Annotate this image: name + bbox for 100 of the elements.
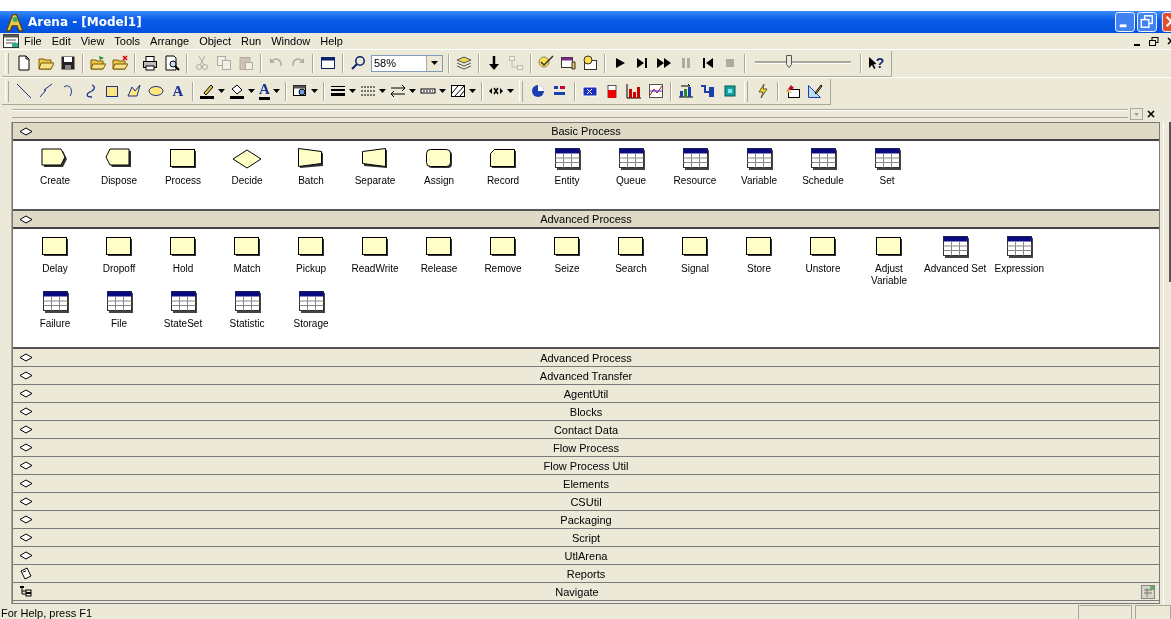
rectangle-shape-icon[interactable] bbox=[39, 235, 71, 259]
zoom-field[interactable]: 58% bbox=[371, 54, 443, 72]
paint-bucket-icon bbox=[229, 83, 245, 99]
layers-icon bbox=[456, 55, 472, 71]
close-button[interactable] bbox=[1145, 107, 1158, 120]
module-label[interactable]: Decide bbox=[231, 175, 263, 187]
module-label[interactable]: Adjust Variable bbox=[856, 263, 922, 287]
module-label[interactable]: File bbox=[110, 318, 128, 330]
fast-forward-icon bbox=[656, 55, 672, 71]
text-tool-button[interactable]: A bbox=[167, 80, 189, 102]
cut-corner-shape-icon[interactable] bbox=[487, 147, 519, 171]
diamond-icon bbox=[19, 387, 33, 400]
module-label[interactable]: Remove bbox=[484, 263, 522, 275]
rectangle-shape-icon[interactable] bbox=[359, 235, 391, 259]
box-tool-icon bbox=[104, 83, 120, 99]
module-label[interactable]: Release bbox=[420, 263, 458, 275]
help-button[interactable]: ? bbox=[865, 52, 887, 74]
module-label[interactable]: Assign bbox=[424, 175, 454, 187]
ruler-triangle-icon bbox=[806, 83, 823, 99]
menu-item[interactable]: Object bbox=[194, 35, 236, 47]
menu-item[interactable]: File bbox=[19, 35, 47, 47]
module-label[interactable]: Delay bbox=[42, 263, 68, 275]
window-color-icon bbox=[291, 83, 308, 99]
module-label[interactable]: Queue bbox=[616, 175, 646, 187]
module-label[interactable]: Seize bbox=[554, 263, 580, 275]
module-label[interactable]: Set bbox=[879, 175, 895, 187]
rectangle-shape-icon[interactable] bbox=[743, 235, 775, 259]
module-label[interactable]: Pickup bbox=[296, 263, 326, 275]
rectangle-shape-icon[interactable] bbox=[807, 235, 839, 259]
menu-item[interactable]: Arrange bbox=[145, 35, 195, 47]
rectangle-shape-icon[interactable] bbox=[167, 147, 199, 171]
rectangle-shape-icon[interactable] bbox=[679, 235, 711, 259]
menu-item[interactable]: Window bbox=[266, 35, 316, 47]
rectangle-shape-icon[interactable] bbox=[167, 235, 199, 259]
text-color-button[interactable]: A bbox=[257, 80, 282, 102]
module-label[interactable]: Batch bbox=[298, 175, 324, 187]
module-label[interactable]: Dropoff bbox=[102, 263, 136, 275]
palette-header[interactable]: Basic Process bbox=[13, 123, 1159, 141]
module-label[interactable]: Separate bbox=[354, 175, 396, 187]
palette-header[interactable]: Advanced Process bbox=[13, 211, 1159, 229]
module-label[interactable]: StateSet bbox=[163, 318, 203, 330]
caret-icon[interactable] bbox=[431, 61, 438, 65]
module-label[interactable]: Search bbox=[615, 263, 647, 275]
rectangle-shape-icon[interactable] bbox=[103, 235, 135, 259]
command-window-icon bbox=[560, 55, 576, 71]
palette-header[interactable]: Navigate bbox=[13, 583, 1159, 601]
menu-item[interactable]: Edit bbox=[46, 35, 76, 47]
line-style-icon bbox=[359, 83, 376, 99]
module-label[interactable]: Advanced Set bbox=[924, 263, 987, 275]
rectangle-shape-icon[interactable] bbox=[615, 235, 647, 259]
rectangle-shape-icon[interactable] bbox=[551, 235, 583, 259]
plot-icon bbox=[647, 83, 664, 99]
folder-icon bbox=[112, 55, 128, 71]
rectangle-shape-icon[interactable] bbox=[231, 235, 263, 259]
restore-button[interactable] bbox=[1147, 34, 1161, 48]
rounded-rectangle-icon[interactable] bbox=[423, 147, 455, 171]
window-title: Arena - [Model1] bbox=[28, 15, 143, 29]
module-label[interactable]: Expression bbox=[994, 263, 1044, 275]
module-label[interactable]: Storage bbox=[293, 318, 329, 330]
line-width-icon bbox=[329, 83, 346, 99]
diamond-icon bbox=[19, 459, 33, 472]
clock-icon bbox=[529, 83, 546, 99]
folder-icon bbox=[90, 55, 106, 71]
diamond-icon bbox=[19, 405, 33, 418]
module-label[interactable]: Process bbox=[164, 175, 202, 187]
rectangle-shape-icon[interactable] bbox=[487, 235, 519, 259]
module-label[interactable]: Variable bbox=[741, 175, 777, 187]
diamond-shape-icon[interactable] bbox=[231, 147, 263, 171]
slider-thumb-icon[interactable] bbox=[785, 55, 792, 68]
module-label[interactable]: Record bbox=[486, 175, 520, 187]
module-label[interactable]: ReadWrite bbox=[351, 263, 399, 275]
module-label[interactable]: Schedule bbox=[802, 175, 844, 187]
menu-item[interactable]: View bbox=[75, 35, 110, 47]
module-label[interactable]: Dispose bbox=[100, 175, 138, 187]
module-label[interactable]: Entity bbox=[554, 175, 580, 187]
module-label[interactable]: Statistic bbox=[229, 318, 265, 330]
check-pencil-icon bbox=[538, 55, 554, 71]
new-file-icon bbox=[16, 55, 32, 71]
connector-icon bbox=[508, 55, 524, 71]
step-icon bbox=[634, 55, 650, 71]
module-label[interactable]: Store bbox=[747, 263, 771, 275]
module-label[interactable]: Create bbox=[40, 175, 70, 187]
line-tool-icon bbox=[16, 83, 32, 99]
module-label[interactable]: Unstore bbox=[805, 263, 841, 275]
palette-header[interactable]: Reports bbox=[13, 565, 1159, 583]
module-label[interactable]: Match bbox=[233, 263, 261, 275]
module-label[interactable]: Failure bbox=[39, 318, 71, 330]
window-icon bbox=[320, 55, 336, 71]
menu-item[interactable]: Help bbox=[315, 35, 348, 47]
histogram-icon bbox=[625, 83, 642, 99]
rectangle-shape-icon[interactable] bbox=[295, 235, 327, 259]
rectangle-shape-icon[interactable] bbox=[423, 235, 455, 259]
module-label[interactable]: Signal bbox=[681, 263, 709, 275]
module-label[interactable]: Hold bbox=[172, 263, 194, 275]
menu-item[interactable]: Run bbox=[236, 35, 267, 47]
panel-grid-icon[interactable] bbox=[1141, 584, 1155, 599]
module-label[interactable]: Resource bbox=[673, 175, 717, 187]
document-icon[interactable] bbox=[3, 34, 19, 48]
rectangle-shape-icon[interactable] bbox=[873, 235, 905, 259]
menu-item[interactable]: Tools bbox=[109, 35, 146, 47]
